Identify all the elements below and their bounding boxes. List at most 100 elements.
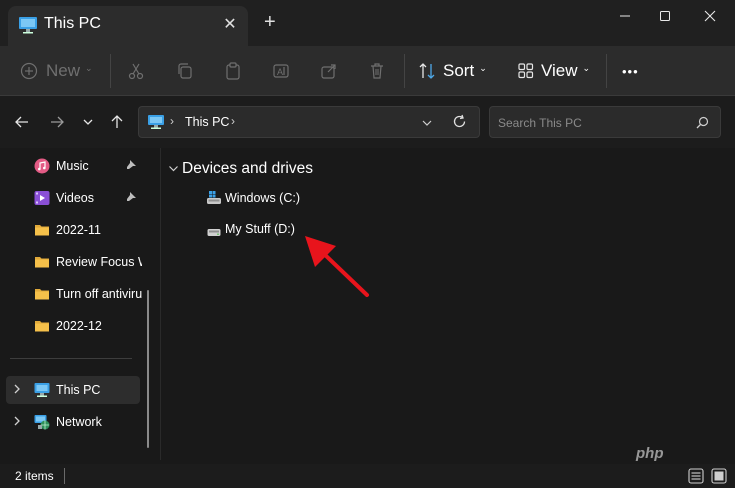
sidebar-item-network[interactable]: Network [6, 408, 140, 436]
close-icon [704, 10, 716, 22]
paste-button[interactable] [224, 46, 242, 96]
view-grid-icon [518, 63, 534, 79]
drive-item-d[interactable]: My Stuff (D:) [206, 220, 306, 240]
forward-button[interactable] [46, 111, 68, 133]
sidebar-item-turn-off-antivirus[interactable]: Turn off antiviru [6, 280, 142, 308]
breadcrumb-separator-icon: › [170, 114, 174, 128]
close-tab-icon[interactable]: ✕ [221, 14, 239, 34]
breadcrumb-this-pc[interactable]: This PC [185, 115, 229, 129]
drive-item-c[interactable]: Windows (C:) [206, 189, 306, 209]
drive-icon [207, 224, 221, 242]
paste-icon [226, 62, 240, 80]
search-icon[interactable] [696, 116, 709, 134]
sidebar-item-2022-12[interactable]: 2022-12 [6, 312, 140, 340]
share-button[interactable] [320, 46, 338, 96]
up-button[interactable] [106, 111, 128, 133]
back-button[interactable] [11, 111, 33, 133]
details-view-button[interactable] [688, 468, 704, 488]
tiles-view-button[interactable] [711, 468, 727, 488]
chevron-down-icon [83, 119, 93, 125]
network-icon [34, 414, 50, 430]
search-input[interactable] [498, 113, 688, 133]
delete-button[interactable] [368, 46, 386, 96]
sidebar-item-label: Network [56, 415, 102, 429]
separator [606, 54, 607, 88]
pin-icon[interactable] [126, 159, 137, 173]
maximize-icon [660, 11, 670, 21]
sidebar-item-review-focus[interactable]: Review Focus W [6, 248, 142, 276]
sidebar-item-label: This PC [56, 383, 101, 397]
copy-icon [178, 63, 192, 79]
details-view-icon [688, 468, 704, 484]
recent-locations-button[interactable] [77, 111, 99, 133]
address-bar[interactable]: › This PC › [138, 106, 480, 138]
sidebar-item-this-pc[interactable]: This PC [6, 376, 140, 404]
search-box[interactable] [489, 106, 721, 138]
chevron-down-icon: ⌄ [582, 62, 591, 73]
chevron-right-icon[interactable] [12, 384, 22, 397]
sidebar-item-label: 2022-12 [56, 319, 102, 333]
group-title: Devices and drives [182, 160, 313, 177]
address-history-button[interactable] [421, 116, 433, 134]
status-bar: 2 items [0, 464, 735, 488]
maximize-button[interactable] [645, 6, 685, 26]
sort-icon [419, 63, 435, 79]
refresh-icon [453, 114, 466, 128]
trash-icon [371, 63, 383, 79]
folder-icon [34, 286, 50, 302]
windows-drive-icon [206, 191, 222, 210]
sort-label: Sort [443, 61, 475, 80]
sidebar-item-label: Review Focus W [56, 255, 142, 269]
chevron-down-icon: ⌄ [85, 62, 93, 73]
new-tab-button[interactable]: + [264, 12, 276, 32]
chevron-down-icon [422, 120, 432, 126]
pc-icon [34, 382, 50, 398]
breadcrumb-separator-icon[interactable]: › [231, 114, 235, 128]
copy-button[interactable] [176, 46, 194, 96]
pane-divider[interactable] [160, 148, 161, 460]
share-icon [321, 64, 336, 79]
cut-button[interactable] [127, 46, 145, 96]
cut-icon [128, 63, 144, 80]
tiles-view-icon [711, 468, 727, 484]
refresh-button[interactable] [452, 114, 467, 134]
item-count: 2 items [15, 469, 54, 483]
view-button[interactable]: View ⌄ [517, 46, 590, 96]
arrow-up-icon [111, 115, 123, 128]
folder-icon [34, 222, 50, 238]
minimize-icon [620, 15, 630, 17]
new-label: New [46, 61, 81, 80]
plus-circle-icon [20, 62, 38, 80]
tab-title: This PC [44, 15, 101, 32]
sidebar-item-music[interactable]: Music [6, 152, 140, 180]
new-button[interactable]: New ⌄ [20, 46, 93, 96]
pc-icon [147, 114, 165, 135]
annotation-arrow-icon [305, 236, 369, 297]
watermark-text: php [636, 445, 664, 462]
file-explorer-window: This PC ✕ + New ⌄ A Sort ⌄ View ⌄ ••• › … [0, 0, 735, 488]
rename-button[interactable]: A [272, 46, 290, 96]
chevron-down-icon: ⌄ [479, 62, 487, 73]
close-window-button[interactable] [690, 6, 730, 26]
folder-icon [34, 254, 50, 270]
music-icon [34, 158, 50, 174]
pc-icon [18, 16, 38, 39]
pin-icon[interactable] [126, 191, 137, 205]
svg-text:A: A [277, 67, 283, 77]
minimize-button[interactable] [605, 6, 645, 26]
separator [110, 54, 111, 88]
command-bar: New ⌄ A Sort ⌄ View ⌄ ••• [0, 46, 735, 96]
sidebar-item-videos[interactable]: Videos [6, 184, 140, 212]
chevron-down-icon [169, 166, 178, 172]
sort-button[interactable]: Sort ⌄ [418, 46, 487, 96]
more-options-button[interactable]: ••• [622, 46, 639, 96]
sidebar-scrollbar[interactable] [147, 290, 149, 448]
drive-label: Windows (C:) [225, 191, 301, 205]
sidebar-separator [10, 358, 132, 359]
arrow-right-icon [51, 116, 64, 128]
chevron-right-icon[interactable] [12, 416, 22, 429]
sidebar-item-2022-11[interactable]: 2022-11 [6, 216, 140, 244]
sidebar-item-label: 2022-11 [56, 223, 101, 237]
collapse-group-button[interactable] [168, 163, 179, 177]
tab-this-pc[interactable]: This PC ✕ [8, 6, 248, 46]
